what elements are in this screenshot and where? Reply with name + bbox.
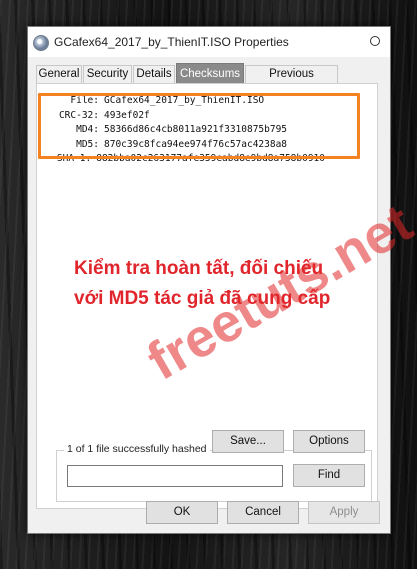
options-button[interactable]: Options [293, 430, 365, 453]
close-icon[interactable] [370, 36, 380, 46]
title-bar: GCafex64_2017_by_ThienIT.ISO Properties [28, 27, 390, 57]
cancel-button[interactable]: Cancel [227, 501, 299, 524]
status-message: 1 of 1 file successfully hashed [64, 443, 210, 455]
tab-checksums[interactable]: Checksums [176, 63, 244, 84]
properties-dialog: GCafex64_2017_by_ThienIT.ISO Properties … [27, 26, 417, 534]
ok-button[interactable]: OK [146, 501, 218, 524]
apply-button[interactable]: Apply [308, 501, 380, 524]
tab-previous-versions[interactable]: Previous Versions [245, 65, 338, 97]
tab-details[interactable]: Details [133, 65, 175, 83]
tab-security[interactable]: Security [83, 65, 132, 83]
find-button[interactable]: Find [293, 464, 365, 487]
dialog-body: General Security Details Checksums Previ… [28, 57, 417, 533]
hash-highlight-box [38, 93, 360, 159]
hash-status-group: 1 of 1 file successfully hashed Find [56, 443, 372, 502]
tab-general[interactable]: General [36, 65, 82, 83]
window-title: GCafex64_2017_by_ThienIT.ISO Properties [54, 35, 289, 49]
save-button[interactable]: Save... [212, 430, 284, 453]
find-input[interactable] [67, 465, 283, 487]
disc-image-icon [33, 35, 49, 51]
